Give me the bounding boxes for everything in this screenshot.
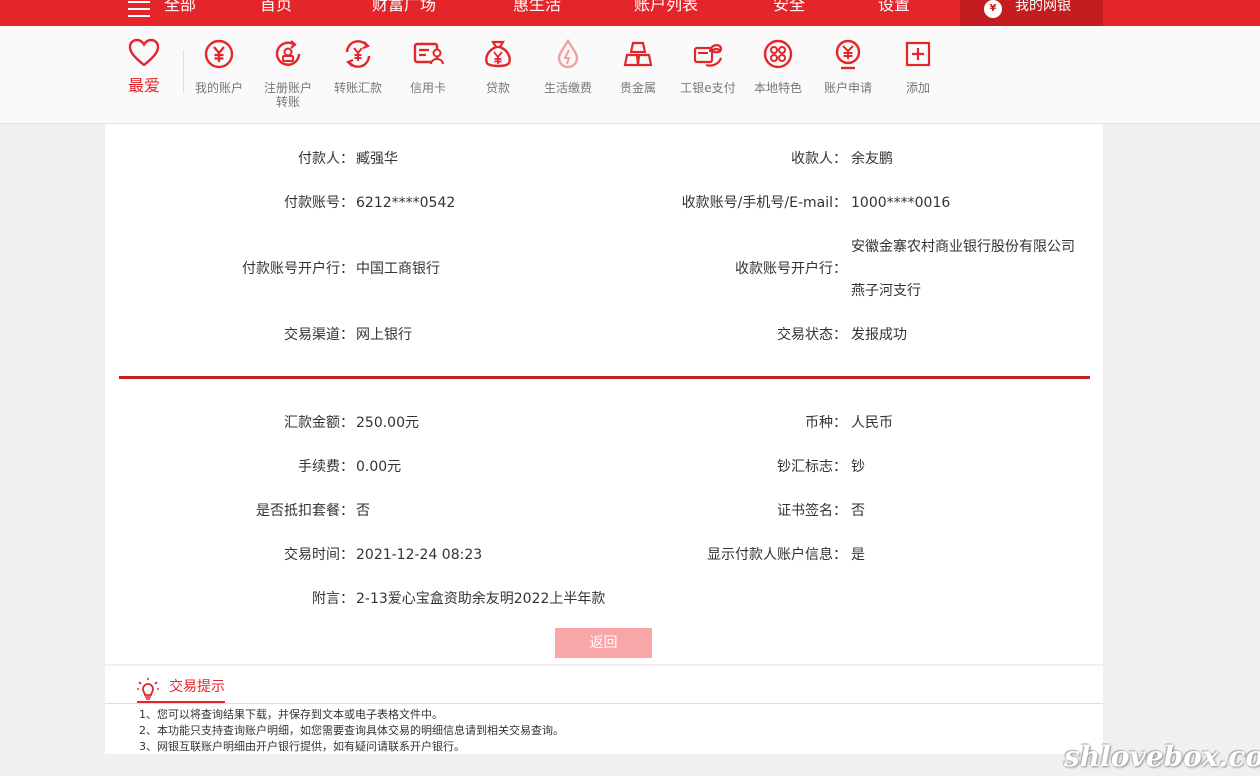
toolbar-label: 贷款 — [485, 81, 510, 95]
memo-value: 2-13爱心宝盒资助余友明2022上半年款 — [356, 591, 606, 607]
cert-value: 否 — [851, 503, 865, 519]
cash-flag-value: 钞 — [851, 459, 865, 475]
lightbulb-icon — [137, 678, 159, 700]
quick-toolbar: 最爱 我的账户 注册账户 转账 转账汇款 信用卡 贷款 生活缴费 贵金属 工银e… — [0, 26, 1260, 124]
fee-label: 手续费： — [298, 459, 354, 475]
show-payer-value: 是 — [851, 547, 865, 563]
tip-line: 1、您可以将查询结果下载，并保存到文本或电子表格文件中。 — [139, 708, 443, 721]
tips-title: 交易提示 — [169, 679, 225, 695]
register-transfer-icon — [275, 40, 301, 66]
toolbar-transfer[interactable]: 转账汇款 — [325, 38, 391, 95]
toolbar-label: 注册账户 转账 — [263, 81, 312, 109]
status-label: 交易状态： — [777, 327, 847, 343]
toolbar-loan[interactable]: 贷款 — [465, 38, 531, 95]
toolbar-divider — [183, 50, 184, 92]
credit-card-icon — [413, 42, 444, 65]
toolbar-label: 添加 — [905, 81, 930, 95]
nav-all[interactable]: 全部 — [164, 0, 196, 16]
payee-account-value: 1000****0016 — [851, 195, 951, 211]
nav-life[interactable]: 惠生活 — [513, 0, 561, 16]
payee-account-label: 收款账号/手机号/E-mail： — [681, 195, 847, 211]
local-feature-icon — [763, 39, 793, 69]
currency-label: 币种： — [805, 415, 847, 431]
site-watermark: shlovebox.com — [1064, 740, 1260, 773]
toolbar-label: 工银e支付 — [680, 81, 736, 95]
favorite-button[interactable]: 最爱 — [124, 38, 164, 96]
cash-flag-label: 钞汇标志： — [777, 459, 847, 475]
payer-label: 付款人： — [298, 151, 354, 167]
nav-settings[interactable]: 设置 — [878, 0, 910, 16]
toolbar-register-transfer[interactable]: 注册账户 转账 — [255, 38, 321, 109]
payee-bank-value-line1: 安徽金寨农村商业银行股份有限公司 — [851, 239, 1075, 255]
payee-bank-value-line2: 燕子河支行 — [851, 283, 921, 299]
amount-label: 汇款金额： — [284, 415, 354, 431]
drop-icon — [557, 38, 579, 69]
channel-value: 网上银行 — [356, 327, 412, 343]
apply-icon — [835, 39, 861, 70]
top-nav: 全部 首页 财富广场 惠生活 账户列表 安全 设置 ¥ 我的网银 — [0, 0, 1260, 26]
payer-account-value: 6212****0542 — [356, 195, 456, 211]
toolbar-label: 账户申请 — [823, 81, 872, 95]
currency-value: 人民币 — [851, 415, 893, 431]
money-bag-icon — [485, 40, 511, 68]
payer-value: 臧强华 — [356, 151, 398, 167]
heart-icon — [128, 38, 160, 67]
epay-icon — [693, 44, 723, 67]
bank-row: 付款账号开户行： 中国工商银行 收款账号开户行： 安徽金寨农村商业银行股份有限公… — [105, 237, 1103, 307]
toolbar-label: 我的账户 — [194, 81, 243, 95]
tip-line: 2、本功能只支持查询账户明细，如您需要查询具体交易的明细信息请到相关交易查询。 — [139, 724, 564, 737]
time-value: 2021-12-24 08:23 — [356, 547, 483, 563]
toolbar-label: 信用卡 — [409, 81, 446, 95]
toolbar-epay[interactable]: 工银e支付 — [675, 38, 741, 95]
nav-home[interactable]: 首页 — [260, 0, 292, 16]
show-payer-label: 显示付款人账户信息： — [707, 547, 847, 563]
tip-line: 3、网银互联账户明细由开户银行提供，如有疑问请联系开户银行。 — [139, 740, 465, 753]
cert-label: 证书签名： — [777, 503, 847, 519]
section-divider — [119, 376, 1090, 379]
plus-icon — [905, 41, 931, 67]
payer-account-label: 付款账号： — [284, 195, 354, 211]
payer-bank-value: 中国工商银行 — [356, 261, 440, 277]
amount-value: 250.00元 — [356, 415, 419, 431]
nav-wealth[interactable]: 财富广场 — [372, 0, 436, 16]
time-label: 交易时间： — [284, 547, 354, 563]
toolbar-label: 生活缴费 — [543, 81, 592, 95]
menu-icon[interactable] — [128, 0, 150, 18]
package-label: 是否抵扣套餐： — [256, 503, 354, 519]
fee-value: 0.00元 — [356, 459, 402, 475]
yuan-circle-icon — [204, 39, 234, 69]
toolbar-label: 本地特色 — [753, 81, 802, 95]
payee-label: 收款人： — [791, 151, 847, 167]
toolbar-credit-card[interactable]: 信用卡 — [395, 38, 461, 95]
status-value: 发报成功 — [851, 327, 907, 343]
toolbar-label: 贵金属 — [619, 81, 656, 95]
payee-value: 余友鹏 — [851, 151, 893, 167]
payee-bank-label: 收款账号开户行： — [735, 261, 847, 277]
back-button[interactable]: 返回 — [555, 628, 652, 658]
nav-security[interactable]: 安全 — [773, 0, 805, 16]
toolbar-precious-metal[interactable]: 贵金属 — [605, 38, 671, 95]
nav-accounts[interactable]: 账户列表 — [634, 0, 698, 16]
tips-divider — [105, 703, 1103, 704]
my-ebank-tab[interactable]: ¥ 我的网银 — [960, 0, 1103, 26]
toolbar-add[interactable]: 添加 — [885, 38, 951, 95]
favorite-label: 最爱 — [127, 76, 160, 95]
yuan-coin-icon: ¥ — [984, 0, 1002, 18]
my-ebank-label: 我的网银 — [1015, 0, 1071, 14]
transfer-icon — [345, 40, 371, 68]
toolbar-local-feature[interactable]: 本地特色 — [745, 38, 811, 95]
transaction-detail-panel: 付款人： 臧强华 收款人： 余友鹏 付款账号： 6212****0542 收款账… — [105, 124, 1103, 664]
payer-bank-label: 付款账号开户行： — [242, 261, 354, 277]
channel-label: 交易渠道： — [284, 327, 354, 343]
toolbar-my-account[interactable]: 我的账户 — [186, 38, 252, 95]
toolbar-utility-payment[interactable]: 生活缴费 — [535, 38, 601, 95]
gold-bars-icon — [623, 41, 653, 67]
toolbar-account-apply[interactable]: 账户申请 — [815, 38, 881, 95]
memo-label: 附言： — [312, 591, 354, 607]
toolbar-label: 转账汇款 — [333, 81, 382, 95]
transaction-tips: 交易提示 1、您可以将查询结果下载，并保存到文本或电子表格文件中。 2、本功能只… — [105, 666, 1103, 754]
package-value: 否 — [356, 503, 370, 519]
